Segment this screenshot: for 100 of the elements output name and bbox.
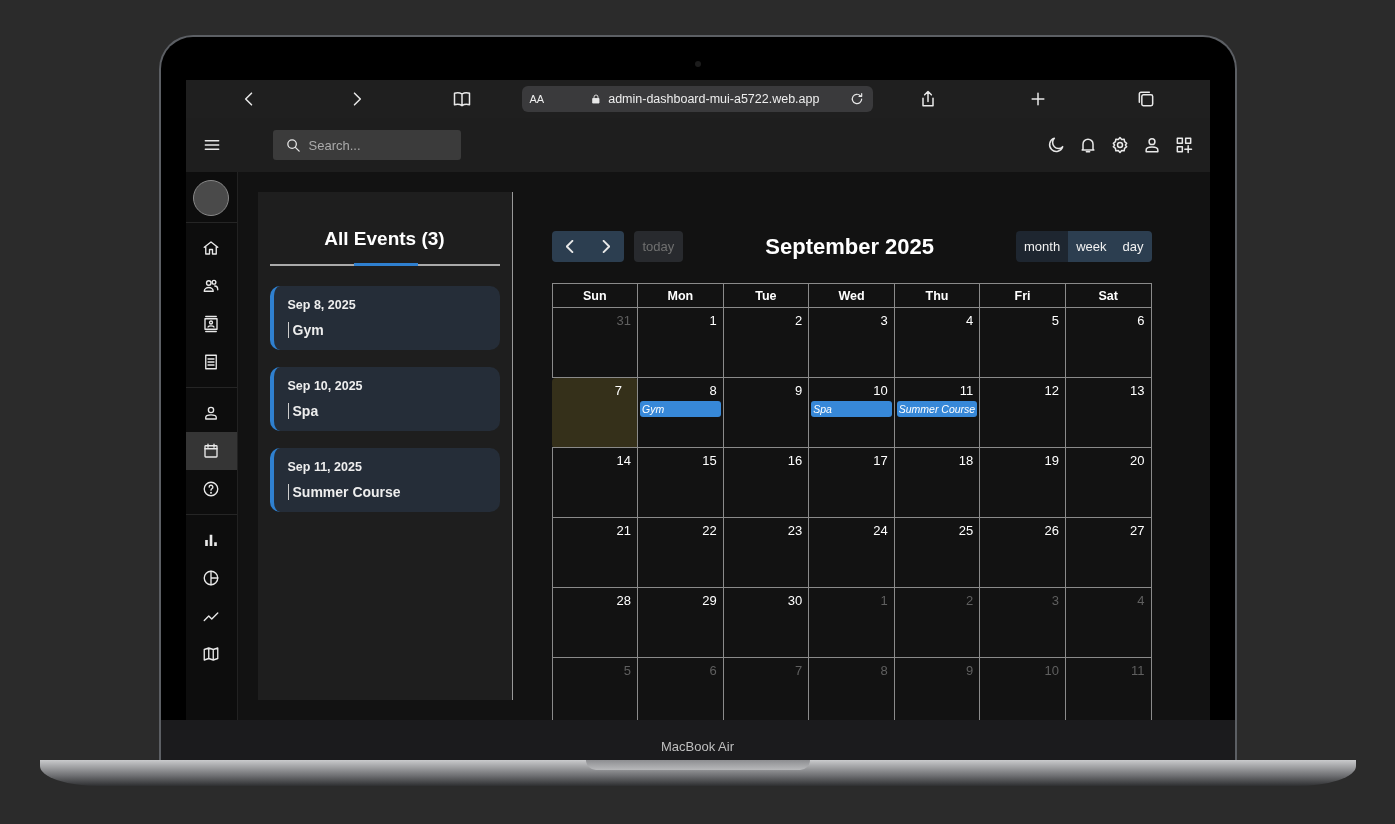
person-icon	[202, 404, 220, 422]
event-title: Summer Course	[287, 484, 486, 500]
weekday-header: Wed	[808, 283, 895, 308]
calendar-title: September 2025	[764, 233, 936, 260]
search-icon	[284, 137, 302, 154]
day-cell[interactable]: 20	[1065, 447, 1151, 518]
panel-title: All Events (3)	[323, 227, 446, 251]
day-number: 1	[879, 592, 889, 610]
day-cell[interactable]: 25	[894, 517, 980, 588]
day-cell[interactable]: 6	[1065, 307, 1151, 378]
day-cell[interactable]: 28	[552, 587, 638, 658]
day-cell[interactable]: 24	[808, 517, 895, 588]
view-button[interactable]: month	[1016, 231, 1069, 262]
day-cell[interactable]: 9	[723, 377, 809, 448]
day-number: 9	[965, 662, 975, 680]
address-bar[interactable]: AA admin-dashboard-mui-a5722.web.app	[521, 86, 873, 112]
view-button[interactable]: week	[1068, 231, 1115, 262]
day-cell[interactable]: 8 Gym	[637, 377, 724, 448]
day-number: 19	[1043, 452, 1060, 470]
day-number: 22	[701, 522, 718, 540]
event-card[interactable]: Sep 10, 2025 Spa	[269, 367, 500, 431]
day-number: 9	[793, 382, 804, 400]
lock-icon	[590, 93, 603, 105]
day-cell[interactable]: 27	[1065, 517, 1151, 588]
day-number: 18	[957, 452, 975, 470]
calendar-icon	[202, 442, 220, 460]
day-cell[interactable]: 18	[894, 447, 980, 518]
calendar-event[interactable]: Gym	[640, 401, 721, 417]
view-button[interactable]: day	[1114, 231, 1152, 262]
day-cell[interactable]: 11 Summer Course	[894, 377, 980, 448]
day-number: 4	[1136, 592, 1146, 610]
weekday-header: Sun	[552, 283, 638, 308]
day-number: 15	[701, 452, 718, 470]
day-number: 7	[613, 382, 624, 400]
device-label: MacBook Air	[661, 739, 734, 754]
day-number: 2	[793, 312, 804, 330]
day-cell[interactable]: 29	[637, 587, 724, 658]
day-cell[interactable]: 10 Spa	[808, 377, 895, 448]
day-number: 28	[615, 592, 633, 610]
day-cell[interactable]: 26	[979, 517, 1066, 588]
contact-card-icon	[202, 315, 220, 333]
day-number: 27	[1129, 522, 1146, 540]
day-number: 3	[1050, 592, 1060, 610]
day-cell[interactable]: 14	[552, 447, 638, 518]
event-date: Sep 8, 2025	[287, 298, 357, 312]
day-number: 6	[1136, 312, 1146, 330]
day-cell[interactable]: 7	[552, 377, 638, 448]
day-number: 20	[1129, 452, 1146, 470]
day-cell[interactable]: 30	[723, 587, 809, 658]
day-cell[interactable]: 19	[979, 447, 1066, 518]
pie-chart-icon	[202, 569, 220, 587]
day-cell[interactable]: 13	[1065, 377, 1151, 448]
day-number: 16	[786, 452, 804, 470]
day-number: 25	[957, 522, 975, 540]
weekday-header: Thu	[894, 283, 980, 308]
avatar[interactable]	[193, 180, 229, 216]
day-number: 21	[615, 522, 633, 540]
event-card[interactable]: Sep 8, 2025 Gym	[269, 286, 500, 350]
day-number: 26	[1043, 522, 1060, 540]
event-card[interactable]: Sep 11, 2025 Summer Course	[269, 448, 500, 512]
day-cell[interactable]: 17	[808, 447, 895, 518]
event-date: Sep 10, 2025	[287, 379, 364, 393]
day-number: 1	[708, 312, 718, 330]
day-cell[interactable]: 15	[637, 447, 724, 518]
day-number: 3	[879, 312, 889, 330]
day-number: 17	[872, 452, 889, 470]
day-number: 2	[965, 592, 975, 610]
people-icon	[202, 277, 220, 295]
weekday-header: Fri	[979, 283, 1066, 308]
day-number: 8	[879, 662, 889, 680]
calendar-event[interactable]: Summer Course	[896, 401, 978, 417]
day-number: 7	[793, 662, 804, 680]
day-cell[interactable]: 12	[979, 377, 1066, 448]
day-cell[interactable]: 22	[637, 517, 724, 588]
search-field[interactable]: Search...	[272, 130, 461, 160]
weekday-header: Mon	[637, 283, 724, 308]
day-cell[interactable]: 1	[637, 307, 724, 378]
day-number: 24	[872, 522, 889, 540]
day-number: 10	[872, 382, 889, 400]
sidebar-item[interactable]	[185, 432, 237, 470]
day-number: 13	[1129, 382, 1146, 400]
chevron-right-icon	[601, 240, 610, 253]
weekday-header: Sat	[1065, 283, 1151, 308]
day-number: 23	[786, 522, 804, 540]
day-number: 11	[1130, 662, 1146, 680]
day-number: 5	[622, 662, 633, 680]
calendar-event[interactable]: Spa	[811, 401, 892, 417]
day-cell[interactable]: 5	[979, 307, 1066, 378]
day-cell[interactable]: 23	[723, 517, 809, 588]
day-cell[interactable]: 3	[808, 307, 895, 378]
event-title: Gym	[287, 322, 486, 338]
book-icon[interactable]	[451, 89, 472, 109]
day-cell[interactable]: 2	[723, 307, 809, 378]
text-size-button[interactable]: AA	[529, 93, 545, 105]
day-cell[interactable]: 16	[723, 447, 809, 518]
day-number: 5	[1050, 312, 1060, 330]
day-cell[interactable]: 21	[552, 517, 638, 588]
day-number: 6	[708, 662, 718, 680]
home-icon	[202, 239, 220, 257]
day-cell[interactable]: 4	[894, 307, 980, 378]
